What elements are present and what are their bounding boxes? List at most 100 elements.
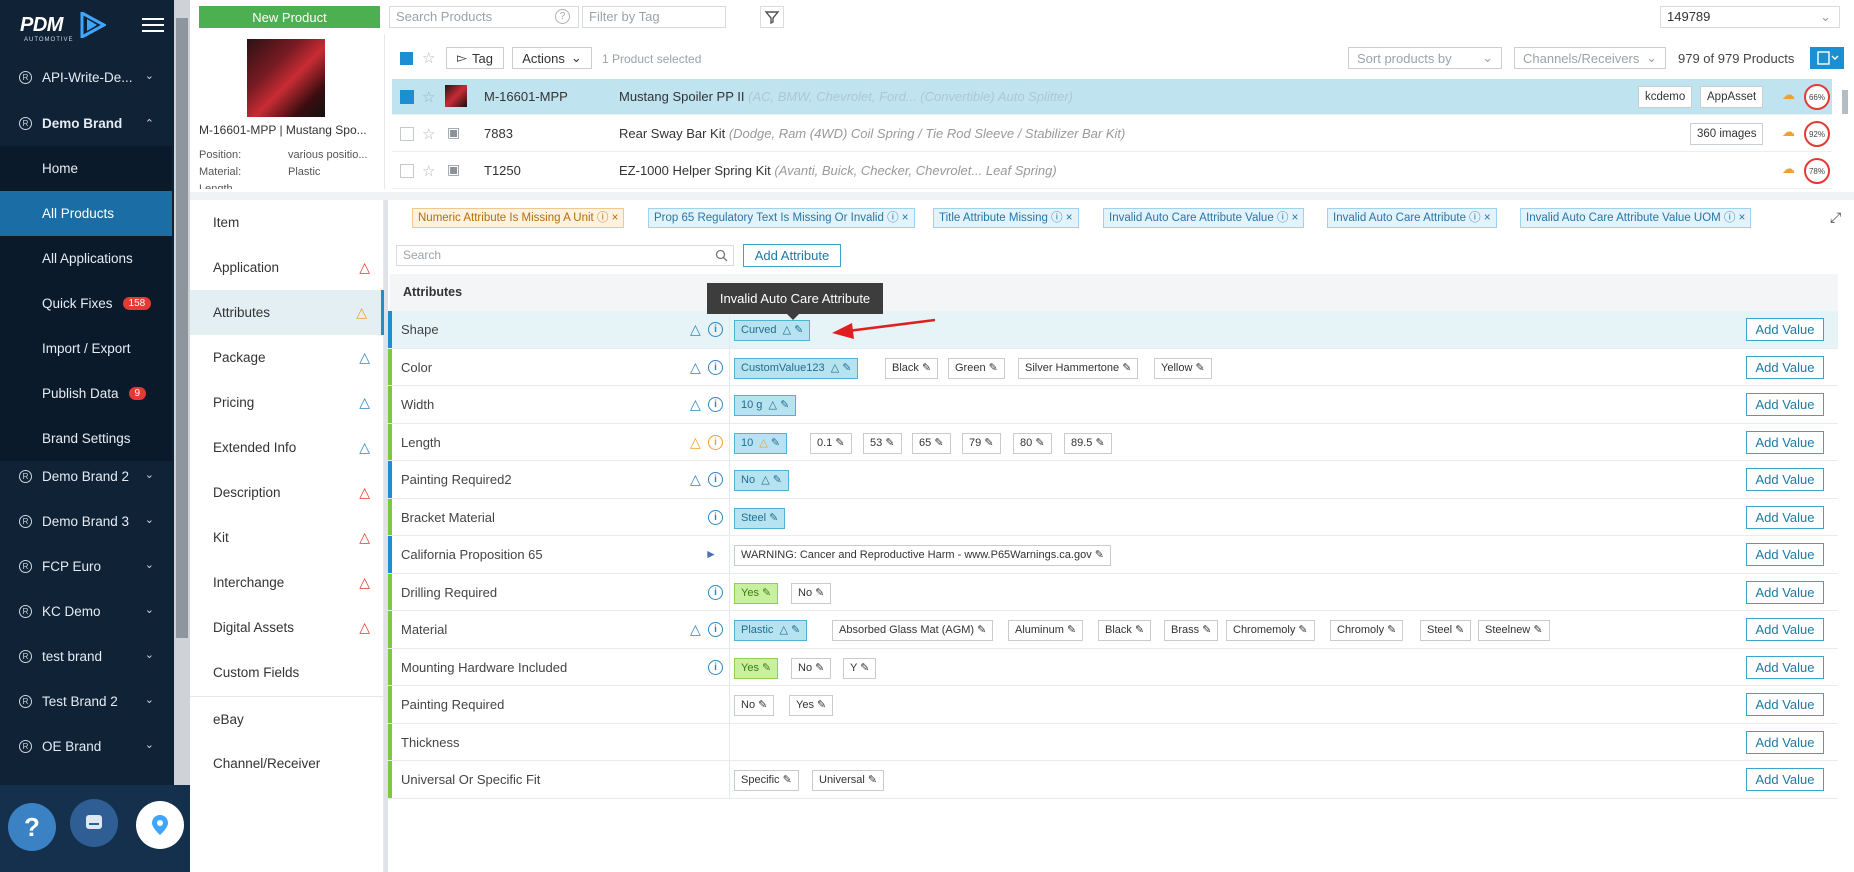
attribute-value-chip[interactable]: No ✎ — [791, 582, 832, 604]
add-value-button[interactable]: Add Value — [1746, 693, 1824, 716]
attribute-value-chip[interactable]: Plastic △ ✎ — [734, 620, 808, 641]
product-row[interactable]: ☆ M-16601-MPP Mustang Spoiler PP II (AC,… — [392, 79, 1832, 115]
warning-icon[interactable]: △ — [769, 399, 777, 411]
pencil-icon[interactable]: ✎ — [769, 512, 778, 524]
alert-chip[interactable]: Prop 65 Regulatory Text Is Missing Or In… — [648, 208, 915, 228]
pencil-icon[interactable]: ✎ — [860, 662, 869, 674]
add-value-button[interactable]: Add Value — [1746, 730, 1824, 754]
sidebar-brand-test-brand[interactable]: Rtest brand ⌄ — [0, 634, 172, 679]
attribute-value-chip[interactable]: Aluminum ✎ — [1008, 620, 1084, 641]
pencil-icon[interactable]: ✎ — [762, 587, 771, 599]
attribute-value-chip[interactable]: 79 ✎ — [962, 432, 1001, 454]
help-icon[interactable]: ? — [8, 803, 56, 851]
tab-package[interactable]: Package △ — [190, 335, 384, 380]
pencil-icon[interactable]: ✎ — [815, 662, 824, 674]
attribute-value-chip[interactable]: Steel ✎ — [1420, 620, 1472, 641]
attribute-row-painting-required[interactable]: Painting Required No ✎ Yes ✎ Add Value — [388, 686, 1838, 724]
pencil-icon[interactable]: ✎ — [835, 437, 844, 449]
attribute-value-chip[interactable]: Steel ✎ — [734, 507, 786, 529]
tab-item[interactable]: Item — [190, 200, 384, 245]
alert-chip[interactable]: Invalid Auto Care Attribute Value ⓘ × — [1103, 208, 1305, 228]
attribute-row-mounting-hardware[interactable]: Mounting Hardware Included i Yes ✎ No ✎ … — [388, 648, 1838, 686]
attribute-value-chip[interactable]: Yellow ✎ — [1154, 357, 1212, 379]
add-value-button[interactable]: Add Value — [1746, 393, 1824, 416]
attribute-value-chip[interactable]: Steelnew ✎ — [1478, 620, 1550, 641]
row-checkbox[interactable] — [400, 164, 414, 178]
attribute-value-chip[interactable]: 53 ✎ — [863, 432, 902, 454]
chat-icon[interactable] — [70, 799, 118, 847]
alert-chip[interactable]: Numeric Attribute Is Missing A Unit ⓘ × — [412, 208, 625, 228]
product-list-scrollbar[interactable] — [1840, 84, 1850, 184]
new-product-button[interactable]: New Product — [199, 6, 380, 28]
attribute-row-shape[interactable]: Shape △ i Curved △ ✎ Add Value — [388, 311, 1838, 349]
warning-icon[interactable]: △ — [831, 362, 839, 374]
attribute-value-chip[interactable]: No △ ✎ — [734, 470, 789, 491]
pencil-icon[interactable]: ✎ — [989, 362, 998, 374]
info-icon[interactable]: i — [708, 397, 723, 412]
warning-icon[interactable]: △ — [690, 360, 701, 374]
tab-kit[interactable]: Kit △ — [190, 515, 384, 560]
attribute-value-chip[interactable]: 89.5 ✎ — [1064, 432, 1112, 454]
alert-chip[interactable]: Title Attribute Missing ⓘ × — [933, 208, 1079, 228]
warning-icon[interactable]: △ — [690, 397, 701, 411]
attribute-value-chip[interactable]: Chromoly ✎ — [1330, 620, 1404, 641]
attribute-row-width[interactable]: Width △ i 10 g △ ✎ Add Value — [388, 386, 1838, 424]
warning-icon[interactable]: △ — [690, 622, 701, 636]
warning-icon[interactable]: △ — [690, 435, 701, 449]
pencil-icon[interactable]: ✎ — [780, 399, 789, 411]
warning-icon[interactable]: △ — [780, 624, 788, 636]
pencil-icon[interactable]: ✎ — [794, 324, 803, 336]
pencil-icon[interactable]: ✎ — [1455, 624, 1464, 636]
product-row[interactable]: ☆ ▣ T1250 EZ-1000 Helper Spring Kit (Ava… — [392, 153, 1832, 189]
close-icon[interactable]: × — [1292, 212, 1299, 224]
tag-button[interactable]: ▻ Tag — [446, 47, 504, 69]
info-icon[interactable]: i — [708, 659, 723, 675]
pencil-icon[interactable]: ✎ — [1202, 624, 1211, 636]
sidebar-brand-test-brand-2[interactable]: R Test Brand 2 ⌄ — [0, 679, 172, 724]
attribute-value-chip[interactable]: 65 ✎ — [912, 432, 951, 454]
attribute-row-bracket-material[interactable]: Bracket Material i Steel ✎ Add Value — [388, 498, 1838, 536]
warning-icon[interactable]: △ — [690, 322, 701, 336]
pencil-icon[interactable]: ✎ — [758, 699, 767, 711]
product-row[interactable]: ☆ ▣ 7883 Rear Sway Bar Kit (Dodge, Ram (… — [392, 116, 1832, 152]
search-products-input[interactable]: Search Products ? — [389, 6, 579, 28]
pane-divider[interactable] — [190, 192, 1854, 200]
attribute-row-length[interactable]: Length △ i 10 △ ✎ 0.1 ✎ 53 ✎ 65 ✎ 79 ✎ 8… — [388, 423, 1838, 461]
pencil-icon[interactable]: ✎ — [868, 774, 877, 786]
attribute-row-material[interactable]: Material △ i Plastic △ ✎ Absorbed Glass … — [388, 611, 1838, 649]
star-icon[interactable]: ☆ — [422, 162, 435, 180]
alert-chip[interactable]: Invalid Auto Care Attribute ⓘ × — [1327, 208, 1497, 228]
pencil-icon[interactable]: ✎ — [773, 474, 782, 486]
tab-digital-assets[interactable]: Digital Assets △ — [190, 605, 384, 650]
add-value-button[interactable]: Add Value — [1746, 468, 1824, 491]
attribute-value-chip[interactable]: Yes ✎ — [734, 582, 779, 604]
attribute-value-chip[interactable]: 10 △ ✎ — [734, 432, 788, 454]
pencil-icon[interactable]: ✎ — [783, 774, 792, 786]
star-icon[interactable]: ☆ — [422, 88, 435, 106]
menu-collapse-icon[interactable] — [142, 18, 164, 36]
attribute-value-chip[interactable]: Chromemoly ✎ — [1226, 620, 1315, 641]
pencil-icon[interactable]: ✎ — [762, 662, 771, 674]
attribute-value-chip[interactable]: Brass ✎ — [1164, 620, 1219, 641]
pencil-icon[interactable]: ✎ — [885, 437, 894, 449]
attribute-value-chip[interactable]: No ✎ — [734, 695, 775, 716]
sort-products-dropdown[interactable]: Sort products by ⌄ — [1348, 47, 1502, 69]
attribute-value-chip[interactable]: Absorbed Glass Mat (AGM) ✎ — [832, 620, 994, 641]
pencil-icon[interactable]: ✎ — [1035, 437, 1044, 449]
attribute-row-california-prop-65[interactable]: California Proposition 65 ► WARNING: Can… — [388, 536, 1838, 574]
attribute-value-chip[interactable]: No ✎ — [791, 657, 832, 679]
sidebar-brand-demo-brand[interactable]: R Demo Brand ⌃ — [0, 101, 172, 146]
add-value-button[interactable]: Add Value — [1746, 768, 1824, 791]
attribute-row-drilling-required[interactable]: Drilling Required i Yes ✎ No ✎ Add Value — [388, 573, 1838, 611]
tab-pricing[interactable]: Pricing △ — [190, 380, 384, 425]
attribute-row-thickness[interactable]: Thickness Add Value — [388, 723, 1838, 761]
pencil-icon[interactable]: ✎ — [1067, 624, 1076, 636]
close-icon[interactable]: × — [1739, 212, 1746, 224]
tab-ebay[interactable]: eBay — [190, 696, 384, 741]
sidebar-item-import-export[interactable]: Import / Export — [0, 326, 172, 371]
pencil-icon[interactable]: ✎ — [1095, 549, 1104, 561]
warning-icon[interactable]: △ — [783, 324, 791, 336]
attribute-value-chip[interactable]: Universal ✎ — [812, 770, 885, 791]
add-value-button[interactable]: Add Value — [1746, 430, 1824, 454]
add-value-button[interactable]: Add Value — [1746, 318, 1824, 341]
